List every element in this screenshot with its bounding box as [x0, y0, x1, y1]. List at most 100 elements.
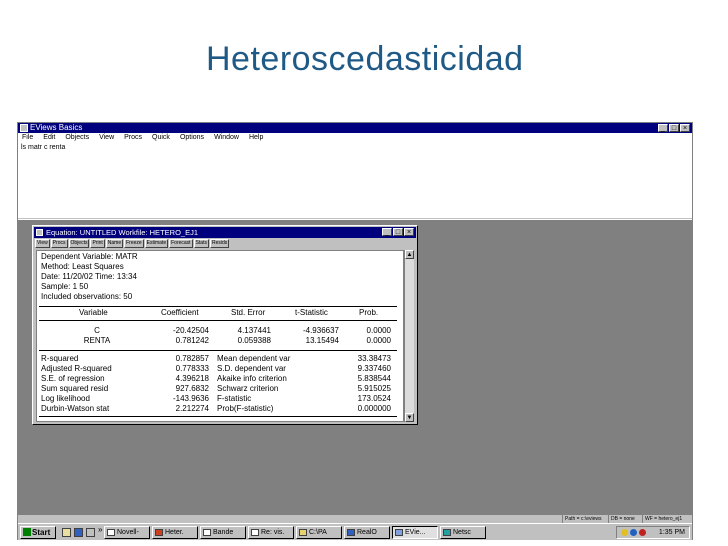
start-button[interactable]: Start — [20, 526, 56, 539]
tray-icon[interactable] — [621, 529, 628, 536]
table-row: C -20.42504 4.137441 -4.936637 0.0000 — [37, 326, 397, 336]
table-row: R-squared 0.782857 Mean dependent var 33… — [37, 354, 397, 364]
stat-label: Schwarz criterion — [217, 384, 279, 393]
table-row: Durbin-Watson stat 2.212274 Prob(F-stati… — [37, 404, 397, 414]
minimize-button[interactable]: _ — [658, 124, 668, 132]
header-sample: Sample: 1 50 — [41, 282, 89, 291]
menu-view[interactable]: View — [99, 133, 114, 143]
status-path: Path = c:\eviews — [562, 515, 604, 523]
menu-objects[interactable]: Objects — [65, 133, 89, 143]
menu-options[interactable]: Options — [180, 133, 204, 143]
col-prob: Prob. — [359, 308, 379, 317]
col-t-statistic: t-Statistic — [295, 308, 328, 317]
equation-titlebar[interactable]: Equation: UNTITLED Workfile: HETERO_EJ1 … — [34, 227, 416, 238]
quicklaunch-folder-icon[interactable] — [62, 528, 71, 537]
workspace-area: Equation: UNTITLED Workfile: HETERO_EJ1 … — [18, 220, 692, 523]
toolbar-objects-button[interactable]: Objects — [68, 239, 90, 248]
cell-std-error: 4.137441 — [237, 326, 271, 335]
equation-icon[interactable] — [36, 229, 43, 236]
status-db: DB = none — [608, 515, 637, 523]
stat-value: 173.0524 — [357, 394, 391, 403]
divider — [39, 416, 397, 417]
col-variable: Variable — [79, 308, 108, 317]
eq-close-button[interactable]: × — [404, 228, 414, 236]
stat-value: 927.6832 — [175, 384, 209, 393]
col-coefficient: Coefficient — [161, 308, 199, 317]
eq-maximize-button[interactable]: □ — [393, 228, 403, 236]
task-c-pa[interactable]: C:\PA — [296, 526, 342, 539]
scroll-up-icon[interactable]: ▲ — [405, 250, 414, 259]
task-eviews[interactable]: EVie... — [392, 526, 438, 539]
header-method: Method: Least Squares — [41, 262, 124, 271]
toolbar-view-button[interactable]: View — [35, 239, 50, 248]
eviews-app-icon[interactable] — [20, 124, 28, 132]
menu-file[interactable]: File — [22, 133, 33, 143]
tray-icon[interactable] — [630, 529, 637, 536]
eviews-icon — [395, 529, 403, 536]
command-window[interactable]: ls matr c renta — [18, 143, 692, 219]
start-label: Start — [32, 528, 51, 537]
equation-window: Equation: UNTITLED Workfile: HETERO_EJ1 … — [32, 225, 418, 425]
system-tray: 1:35 PM — [616, 526, 690, 539]
eviews-app-window: EViews Basics _ □ × File Edit Objects Vi… — [17, 122, 693, 540]
netscape-icon — [443, 529, 451, 536]
tray-icon[interactable] — [639, 529, 646, 536]
cell-std-error: 0.059388 — [237, 336, 271, 345]
stat-value: 5.915025 — [357, 384, 391, 393]
task-label: RealO — [357, 529, 377, 536]
stat-value: 33.38473 — [357, 354, 391, 363]
eq-minimize-button[interactable]: _ — [382, 228, 392, 236]
cell-prob: 0.0000 — [366, 326, 391, 335]
menu-window[interactable]: Window — [214, 133, 239, 143]
command-text: ls matr c renta — [21, 144, 66, 151]
stat-label: F-statistic — [217, 394, 252, 403]
col-std-error: Std. Error — [231, 308, 266, 317]
task-label: Re: vis. — [261, 529, 285, 536]
task-label: Bande — [213, 529, 234, 536]
toolbar-estimate-button[interactable]: Estimate — [144, 239, 169, 248]
mail-icon — [203, 529, 211, 536]
app-title: EViews Basics — [30, 123, 83, 132]
regression-header: Dependent Variable: MATR Method: Least S… — [41, 252, 138, 302]
equation-output: Dependent Variable: MATR Method: Least S… — [36, 250, 404, 422]
task-label: Netsc — [453, 529, 471, 536]
quicklaunch-browser-icon[interactable] — [74, 528, 83, 537]
quicklaunch-desktop-icon[interactable] — [86, 528, 95, 537]
toolbar-print-button[interactable]: Print — [90, 239, 105, 248]
maximize-button[interactable]: □ — [669, 124, 679, 132]
toolbar-resids-button[interactable]: Resids — [209, 239, 230, 248]
mail-icon — [251, 529, 259, 536]
close-button[interactable]: × — [680, 124, 690, 132]
menu-help[interactable]: Help — [249, 133, 263, 143]
menu-edit[interactable]: Edit — [43, 133, 55, 143]
menu-bar: File Edit Objects View Procs Quick Optio… — [18, 133, 692, 143]
table-row: Log likelihood -143.9636 F-statistic 173… — [37, 394, 397, 404]
task-label: Novell- — [117, 529, 139, 536]
realplayer-icon — [347, 529, 355, 536]
stat-value: 0.000000 — [357, 404, 391, 413]
task-label: Heter. — [165, 529, 184, 536]
powerpoint-icon — [155, 529, 163, 536]
stat-label: S.E. of regression — [41, 374, 105, 383]
cell-variable: C — [94, 326, 100, 335]
vertical-scrollbar[interactable]: ▲ ▼ — [404, 250, 414, 422]
stat-label: Log likelihood — [41, 394, 90, 403]
status-wf: WF = hetero_ej1 — [642, 515, 684, 523]
task-heter[interactable]: Heter. — [152, 526, 198, 539]
toolbar-stats-button[interactable]: Stats — [193, 239, 209, 248]
toolbar-name-button[interactable]: Name — [105, 239, 124, 248]
toolbar-freeze-button[interactable]: Freeze — [124, 239, 144, 248]
toolbar-procs-button[interactable]: Procs — [50, 239, 68, 248]
scroll-down-icon[interactable]: ▼ — [405, 413, 414, 422]
task-bande[interactable]: Bande — [200, 526, 246, 539]
toolbar-forecast-button[interactable]: Forecast — [169, 239, 193, 248]
divider — [39, 306, 397, 307]
task-novell[interactable]: Novell- — [104, 526, 150, 539]
menu-procs[interactable]: Procs — [124, 133, 142, 143]
stat-value: 0.782857 — [175, 354, 209, 363]
task-netscape[interactable]: Netsc — [440, 526, 486, 539]
menu-quick[interactable]: Quick — [152, 133, 170, 143]
quicklaunch-more-icon[interactable]: » — [98, 525, 102, 534]
task-re-vis[interactable]: Re: vis. — [248, 526, 294, 539]
task-realo[interactable]: RealO — [344, 526, 390, 539]
